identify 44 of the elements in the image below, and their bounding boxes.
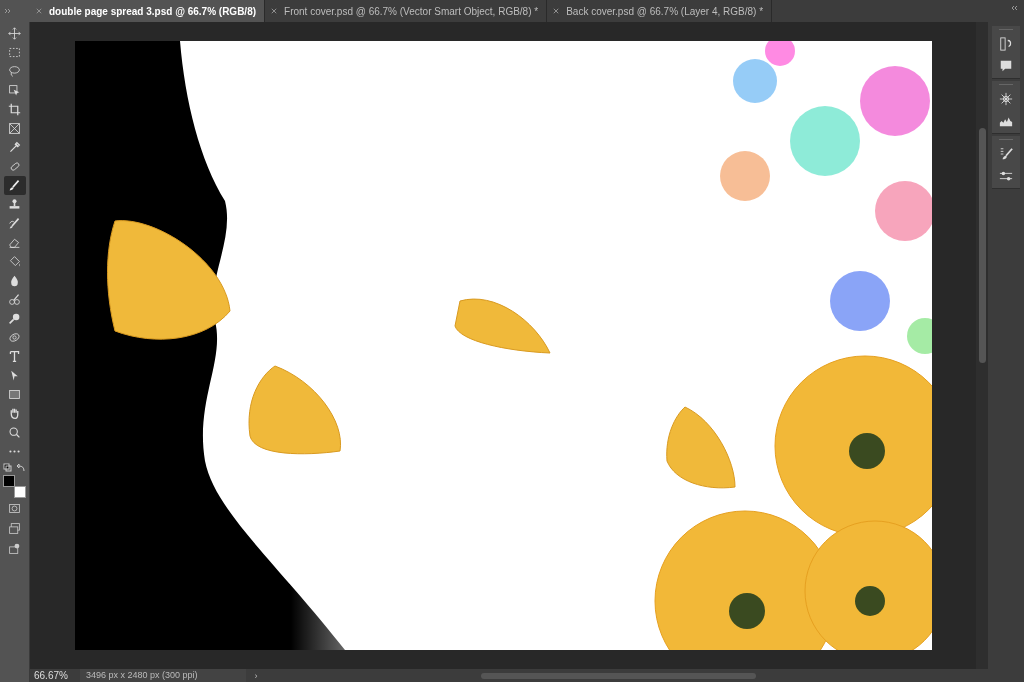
brush-icon — [8, 217, 21, 230]
dashed-rectangle-icon — [8, 46, 21, 59]
eraser-icon — [8, 236, 21, 249]
foreground-color-swatch[interactable] — [3, 475, 15, 487]
tool-button[interactable] — [3, 176, 26, 195]
history-icon[interactable] — [999, 37, 1013, 51]
snowflake-icon[interactable] — [999, 92, 1013, 106]
background-color-swatch[interactable] — [14, 486, 26, 498]
magnifier-icon — [8, 312, 21, 325]
swap-colors-icon[interactable] — [2, 463, 27, 473]
move-arrows-icon — [8, 27, 21, 40]
pen-icon — [8, 331, 21, 344]
document-tab[interactable]: double page spread 3.psd @ 66.7% (RGB/8) — [30, 0, 266, 22]
bandage-icon — [8, 160, 21, 173]
search-icon — [8, 426, 21, 439]
close-icon[interactable] — [553, 8, 560, 14]
document-size: 3496 px x 2480 px (300 ppi) — [80, 669, 246, 682]
screen-mode-icon[interactable] — [8, 521, 21, 535]
toolbar-edit-icon[interactable] — [8, 541, 21, 555]
zoom-level[interactable]: 66.67% — [30, 670, 80, 681]
speech-bubble-icon[interactable] — [999, 59, 1013, 73]
object-select-icon — [8, 84, 21, 97]
brush-icon — [8, 179, 21, 192]
paint-bucket-icon — [8, 255, 21, 268]
close-icon[interactable] — [271, 8, 278, 14]
rectangle-icon — [8, 388, 21, 401]
eyedropper-icon — [8, 141, 21, 154]
sliders-icon[interactable] — [999, 169, 1013, 183]
drop-icon — [8, 274, 21, 287]
scrollbar-thumb[interactable] — [979, 128, 986, 363]
stamp-icon — [8, 198, 21, 211]
brush-icon[interactable] — [999, 147, 1013, 161]
status-menu-arrow[interactable]: › — [246, 670, 266, 681]
close-icon[interactable] — [36, 8, 42, 14]
lasso-icon — [8, 65, 21, 78]
collapse-arrows-icon[interactable] — [1010, 5, 1018, 11]
expand-arrows-icon[interactable] — [4, 8, 12, 14]
crop-icon — [8, 103, 21, 116]
smudge-icon — [8, 293, 21, 306]
hand-icon — [8, 407, 21, 420]
quick-mask-icon[interactable] — [8, 501, 21, 515]
frame-icon — [8, 122, 21, 135]
type-icon — [8, 350, 21, 363]
scrollbar-thumb[interactable] — [481, 672, 756, 679]
